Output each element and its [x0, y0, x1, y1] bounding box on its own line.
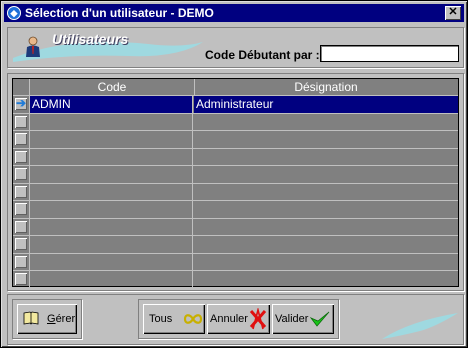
row-indicator[interactable] — [15, 203, 27, 215]
row-indicator[interactable] — [15, 220, 27, 233]
cell-designation[interactable] — [194, 236, 458, 253]
gerer-label: Gérer — [47, 313, 76, 325]
cell-code[interactable] — [29, 236, 193, 253]
action-button-group: Tous Annuler Valider — [138, 299, 339, 339]
dialog-window: ◆ Sélection d'un utilisateur - DEMO ✕ Ut… — [0, 0, 468, 348]
table-row[interactable] — [13, 165, 458, 183]
cell-code[interactable] — [29, 271, 193, 288]
column-header-designation[interactable]: Désignation — [194, 79, 458, 95]
cell-code[interactable] — [29, 253, 193, 271]
table-row[interactable] — [13, 252, 458, 271]
annuler-label: Annuler — [210, 313, 248, 325]
code-filter-input[interactable] — [320, 45, 459, 62]
row-indicator[interactable] — [15, 150, 27, 163]
tous-label: Tous — [149, 313, 173, 325]
valider-button[interactable]: Valider — [272, 304, 334, 334]
cell-designation[interactable] — [194, 114, 458, 131]
cell-designation[interactable] — [194, 219, 458, 236]
cancel-x-icon — [249, 308, 267, 330]
header-panel: Utilisateurs Code Débutant par : — [7, 27, 464, 68]
table-row[interactable] — [13, 182, 458, 201]
checkmark-icon — [310, 311, 330, 327]
row-indicator[interactable] — [15, 238, 27, 250]
cell-code[interactable] — [29, 201, 193, 218]
book-icon — [23, 311, 39, 325]
annuler-button[interactable]: Annuler — [207, 304, 270, 334]
cell-code[interactable] — [29, 166, 193, 183]
table-row[interactable] — [13, 112, 458, 131]
users-table[interactable]: Code Désignation ➔ ADMIN Administrateur — [12, 78, 459, 288]
cell-designation[interactable] — [194, 131, 458, 148]
table-header: Code Désignation — [13, 79, 458, 95]
row-indicator[interactable] — [15, 273, 27, 285]
cell-code[interactable] — [29, 218, 193, 236]
cell-designation[interactable] — [194, 184, 458, 201]
app-icon: ◆ — [7, 6, 21, 20]
cell-designation[interactable] — [194, 271, 458, 288]
infinity-icon — [183, 314, 203, 324]
panel-title: Utilisateurs — [52, 31, 129, 47]
table-row[interactable] — [13, 270, 458, 288]
valider-label: Valider — [275, 313, 309, 325]
row-indicator[interactable] — [15, 255, 27, 268]
manage-button-group: Gérer — [12, 299, 82, 339]
row-indicator[interactable] — [15, 168, 27, 180]
title-bar[interactable]: ◆ Sélection d'un utilisateur - DEMO ✕ — [4, 4, 464, 22]
cell-designation[interactable]: Administrateur — [194, 96, 458, 113]
cell-designation[interactable] — [194, 166, 458, 183]
table-row[interactable] — [13, 217, 458, 236]
cell-code[interactable] — [29, 131, 193, 148]
cell-code[interactable] — [29, 113, 193, 131]
cell-designation[interactable] — [194, 254, 458, 271]
button-panel: Gérer Tous Annuler Valider — [7, 294, 464, 345]
close-button[interactable]: ✕ — [445, 6, 461, 20]
user-icon — [26, 36, 40, 57]
table-row[interactable] — [13, 235, 458, 253]
gerer-button[interactable]: Gérer — [17, 304, 77, 334]
code-filter-label: Code Débutant par : — [205, 48, 320, 62]
tous-button[interactable]: Tous — [143, 304, 205, 334]
cell-designation[interactable] — [194, 149, 458, 166]
grid-panel: Code Désignation ➔ ADMIN Administrateur — [7, 73, 464, 291]
cell-code[interactable] — [29, 183, 193, 201]
row-indicator[interactable] — [15, 133, 27, 145]
row-indicator[interactable] — [15, 185, 27, 198]
cell-code[interactable] — [29, 148, 193, 166]
decorative-swoosh-bottom — [382, 313, 458, 339]
table-row[interactable]: ➔ ADMIN Administrateur — [13, 95, 458, 113]
cell-code[interactable]: ADMIN — [29, 96, 193, 113]
table-row[interactable] — [13, 130, 458, 148]
table-row[interactable] — [13, 147, 458, 166]
table-row[interactable] — [13, 200, 458, 218]
row-pointer-arrow-icon[interactable]: ➔ — [15, 97, 27, 110]
row-indicator[interactable] — [15, 115, 27, 128]
window-title: Sélection d'un utilisateur - DEMO — [25, 6, 214, 20]
column-header-code[interactable]: Code — [29, 79, 195, 95]
cell-designation[interactable] — [194, 201, 458, 218]
